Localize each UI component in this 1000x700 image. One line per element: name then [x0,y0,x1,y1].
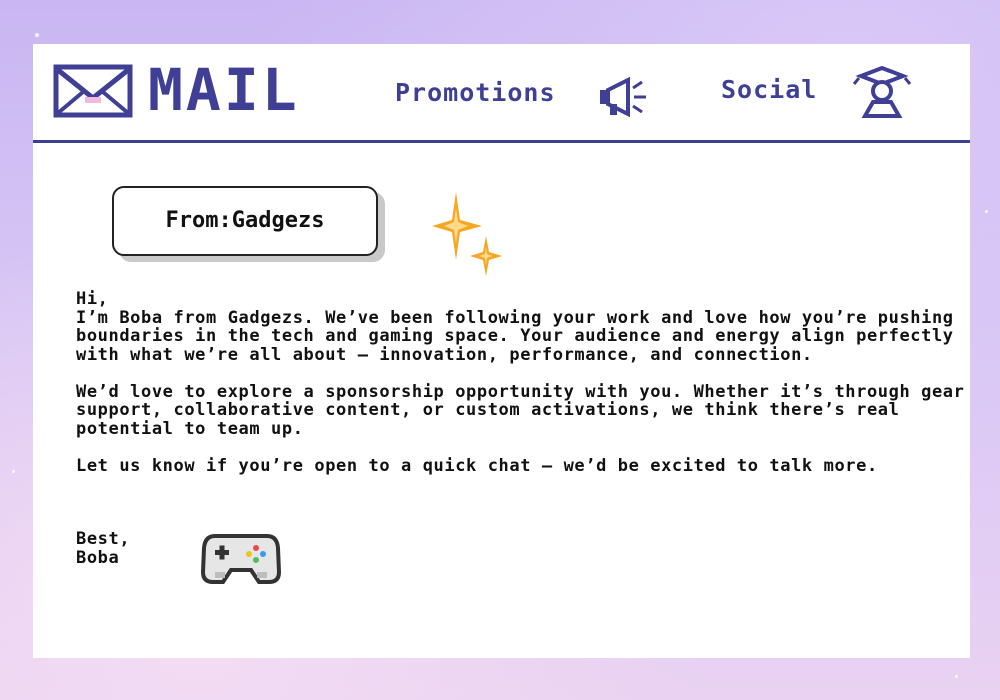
app-title: MAIL [148,56,300,124]
sparkle-icon [430,190,510,286]
email-paragraph: I’m Boba from Gadgezs. We’ve been follow… [76,307,954,365]
email-paragraph: We’d love to explore a sponsorship oppor… [76,381,965,439]
tab-social[interactable]: Social [721,75,817,104]
sender-label: From:Gadgezs [165,208,325,233]
megaphone-icon[interactable] [598,76,650,122]
email-signoff: Best, [76,529,131,549]
email-signature: Boba [76,547,120,568]
tab-promotions[interactable]: Promotions [395,78,556,107]
background-star [955,675,958,678]
person-icon[interactable] [851,65,913,122]
mail-window: MAIL Promotions Social From:Gadgezs Hi, … [33,44,970,658]
envelope-icon [53,64,133,122]
background-star [35,33,39,37]
email-greeting: Hi, [76,289,109,309]
gamepad-icon [200,528,282,590]
background-star [985,210,988,213]
email-signature-block: Best, Boba [76,530,130,567]
email-paragraph: Let us know if you’re open to a quick ch… [76,455,878,476]
sender-box: From:Gadgezs [112,186,378,256]
mail-header: MAIL Promotions Social [33,44,970,143]
background-star [12,470,15,473]
email-body: Hi, I’m Boba from Gadgezs. We’ve been fo… [76,290,966,494]
